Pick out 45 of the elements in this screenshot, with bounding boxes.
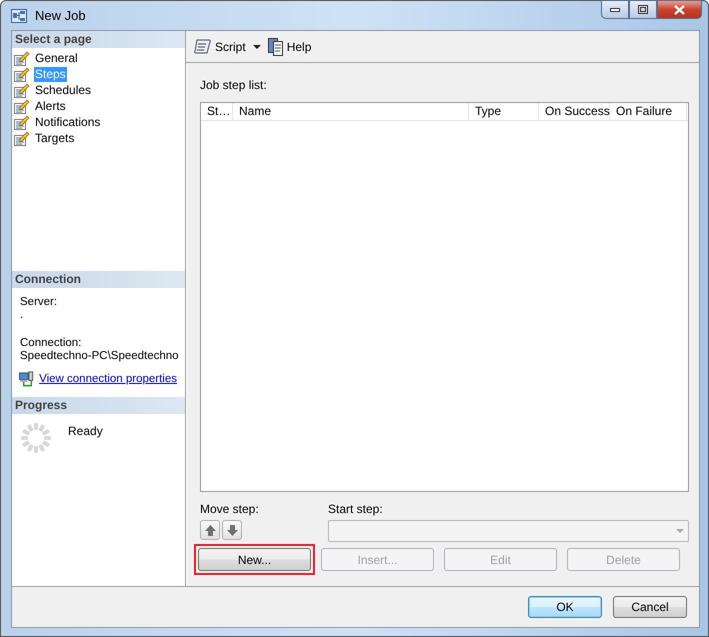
step-button[interactable]: New... — [198, 548, 311, 571]
down-arrow-icon — [226, 524, 238, 536]
minimize-button[interactable] — [601, 0, 629, 19]
job-step-list-label: Job step list: — [200, 79, 268, 92]
page-link[interactable]: Targets — [34, 130, 76, 146]
move-up-button[interactable] — [200, 520, 220, 540]
section-header: Select a page — [12, 31, 185, 48]
window-title: New Job — [35, 8, 86, 23]
spinner-icon — [20, 422, 52, 454]
dialog-button[interactable]: Cancel — [613, 596, 687, 618]
page-link[interactable]: Schedules — [34, 82, 92, 98]
column-header[interactable]: St… — [201, 103, 233, 120]
column-header[interactable]: On Success — [539, 103, 610, 120]
book-icon — [268, 38, 284, 56]
computer-icon — [19, 371, 34, 387]
minimize-icon — [610, 8, 620, 12]
section-header: Connection — [12, 271, 185, 288]
maximize-icon — [638, 5, 648, 14]
page-link[interactable]: General — [34, 50, 79, 66]
move-step-label: Move step: — [200, 502, 260, 516]
section-header: Progress — [12, 397, 185, 414]
column-header[interactable]: On Failure — [610, 103, 687, 120]
help-button[interactable]: Help — [266, 38, 314, 56]
progress-status: Ready — [68, 424, 103, 438]
connection-value: Speedtechno-PC\Speedtechno — [20, 350, 177, 363]
caret-icon[interactable] — [252, 44, 261, 48]
column-header[interactable]: Name — [233, 103, 469, 120]
page-link[interactable]: Notifications — [34, 114, 102, 130]
column-header[interactable]: Type — [469, 103, 539, 120]
script-button[interactable]: Script — [192, 38, 248, 56]
move-down-button[interactable] — [222, 520, 242, 540]
dialog-button[interactable]: OK — [528, 596, 602, 618]
caret-icon — [676, 529, 684, 533]
close-button[interactable] — [657, 0, 702, 19]
app-icon — [11, 8, 27, 22]
connection-label: Connection: — [20, 337, 82, 350]
maximize-button[interactable] — [629, 0, 657, 19]
server-value: . — [20, 309, 24, 322]
server-label: Server: — [20, 296, 58, 309]
up-arrow-icon — [204, 524, 216, 536]
scroll-icon — [194, 38, 212, 56]
connection-properties-link[interactable]: View connection properties — [39, 373, 177, 385]
close-icon — [674, 4, 685, 14]
page-link[interactable]: Alerts — [34, 98, 67, 114]
start-step-label: Start step: — [328, 502, 384, 516]
